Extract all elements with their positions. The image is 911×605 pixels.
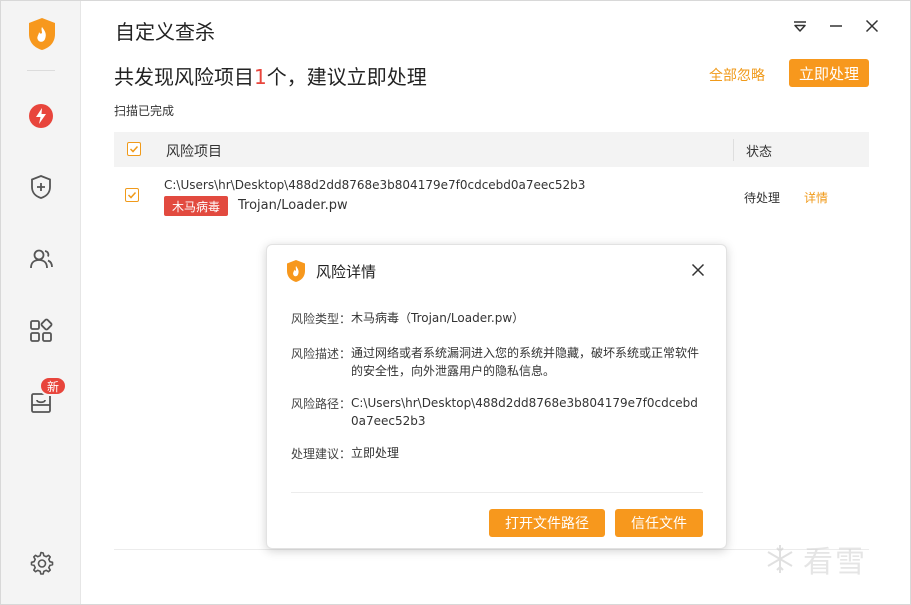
risk-description-label: 风险描述： — [291, 347, 352, 361]
dialog-close-button[interactable] — [688, 260, 708, 280]
users-icon — [30, 249, 53, 269]
close-window-button[interactable] — [861, 15, 883, 37]
risk-type-tag: 木马病毒 — [164, 196, 228, 216]
check-icon — [129, 145, 139, 153]
row-threat-name: Trojan/Loader.pw — [238, 198, 348, 213]
shield-plus-icon — [31, 175, 51, 199]
row-file-path: C:\Users\hr\Desktop\488d2dd8768e3b804179… — [164, 178, 586, 192]
open-file-path-button[interactable]: 打开文件路径 — [489, 509, 605, 537]
handling-advice-value: 立即处理 — [351, 446, 400, 460]
snowflake-icon — [767, 545, 793, 573]
window-title: 自定义查杀 — [115, 20, 215, 44]
row-checkbox[interactable] — [125, 188, 139, 202]
lightning-icon — [29, 104, 53, 128]
scan-result-headline: 共发现风险项目1个，建议立即处理 — [114, 61, 427, 90]
watermark: 看雪 — [763, 539, 893, 580]
app-logo-icon — [27, 17, 57, 51]
risk-path-label: 风险路径： — [291, 397, 352, 411]
table-header: 风险项目 状态 — [114, 132, 869, 167]
dialog-title: 风险详情 — [316, 263, 377, 281]
handling-advice-label: 处理建议： — [291, 447, 352, 461]
sidebar-divider — [27, 70, 55, 71]
close-icon — [865, 19, 879, 33]
column-header-risk: 风险项目 — [166, 144, 222, 160]
row-detail-link[interactable]: 详情 — [804, 189, 828, 206]
scan-status: 扫描已完成 — [114, 104, 175, 118]
risk-description-value: 通过网络或者系统漏洞进入您的系统并隐藏，破坏系统或正常软件的安全性，向外泄露用户… — [351, 346, 700, 378]
row-status: 待处理 — [744, 191, 781, 205]
handle-now-button[interactable]: 立即处理 — [789, 59, 869, 87]
risk-type-label: 风险类型： — [291, 312, 352, 326]
minimize-icon — [830, 25, 842, 27]
risk-path-value: C:\Users\hr\Desktop\488d2dd8768e3b804179… — [351, 396, 698, 428]
dialog-logo-icon — [286, 259, 306, 283]
sidebar-item-quick-scan[interactable] — [25, 100, 57, 132]
trust-file-button[interactable]: 信任文件 — [615, 509, 703, 537]
ignore-all-link[interactable]: 全部忽略 — [709, 65, 765, 85]
watermark-text: 看雪 — [803, 545, 867, 580]
column-header-status: 状态 — [746, 145, 773, 160]
minimize-button[interactable] — [825, 15, 847, 37]
dialog-divider — [291, 492, 703, 493]
sidebar-item-accounts[interactable] — [25, 243, 57, 275]
apps-grid-icon — [30, 318, 53, 342]
menu-dropdown-icon — [794, 21, 806, 32]
sidebar-item-settings[interactable] — [25, 547, 57, 579]
risk-type-value: 木马病毒（Trojan/Loader.pw） — [351, 311, 525, 325]
risk-detail-dialog: 风险详情 风险类型： 木马病毒（Trojan/Loader.pw） 风险描述： … — [266, 244, 727, 549]
sidebar-item-protection[interactable] — [25, 171, 57, 203]
column-divider — [733, 139, 734, 161]
check-icon — [127, 191, 137, 199]
sidebar-item-apps[interactable] — [25, 315, 57, 347]
risk-count: 1 — [254, 65, 267, 89]
sidebar: 新 — [1, 1, 81, 604]
headline-prefix: 共发现风险项目 — [114, 65, 254, 89]
app-window: 新 自定义查杀 共发现风险项目1个，建议立即处理 全部忽略 立即处理 扫描已完成 — [0, 0, 911, 605]
gear-icon — [30, 551, 54, 575]
headline-suffix: 个，建议立即处理 — [266, 65, 427, 89]
select-all-checkbox[interactable] — [127, 142, 141, 156]
menu-button[interactable] — [789, 15, 811, 37]
footer-divider — [114, 549, 869, 550]
close-icon — [691, 263, 705, 277]
new-badge: 新 — [39, 376, 67, 396]
